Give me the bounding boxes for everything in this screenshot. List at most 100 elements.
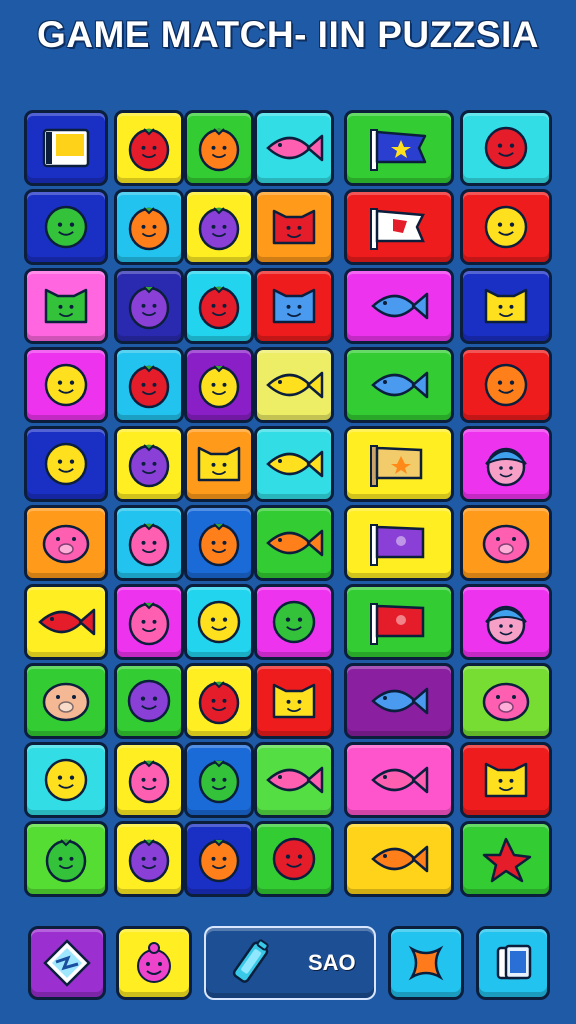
game-tile[interactable] — [114, 742, 184, 818]
game-tile[interactable] — [184, 347, 254, 423]
game-tile[interactable] — [184, 505, 254, 581]
game-tile[interactable] — [24, 268, 108, 344]
yellow-blob-icon — [29, 434, 103, 494]
game-tile[interactable] — [460, 505, 552, 581]
game-tile[interactable] — [184, 742, 254, 818]
game-tile[interactable] — [114, 584, 184, 660]
pink-pig-icon — [29, 513, 103, 573]
green-fruit-icon — [29, 829, 103, 889]
game-tile[interactable] — [344, 663, 454, 739]
game-tile[interactable] — [254, 268, 334, 344]
pink-fruit-icon — [119, 592, 179, 652]
board-row — [24, 663, 554, 739]
game-tile[interactable] — [460, 426, 552, 502]
game-tile[interactable] — [344, 347, 454, 423]
game-tile[interactable] — [344, 584, 454, 660]
yellow-fish-icon — [259, 355, 329, 415]
game-tile[interactable] — [460, 584, 552, 660]
game-tile[interactable] — [254, 663, 334, 739]
red-berry-icon — [119, 118, 179, 178]
game-tile[interactable] — [24, 584, 108, 660]
game-tile[interactable] — [24, 663, 108, 739]
pink-fish-icon — [259, 118, 329, 178]
game-tile[interactable] — [344, 189, 454, 265]
game-tile[interactable] — [344, 821, 454, 897]
game-tile[interactable] — [114, 426, 184, 502]
game-tile[interactable] — [184, 110, 254, 186]
game-tile[interactable] — [24, 505, 108, 581]
game-tile[interactable] — [254, 584, 334, 660]
game-tile[interactable] — [24, 742, 108, 818]
game-tile[interactable] — [254, 821, 334, 897]
game-tile[interactable] — [460, 110, 552, 186]
purple-fruit-icon — [189, 197, 249, 257]
game-tile[interactable] — [460, 742, 552, 818]
green-blob-icon — [259, 592, 329, 652]
game-tile[interactable] — [114, 505, 184, 581]
game-tile[interactable] — [24, 821, 108, 897]
game-tile[interactable] — [24, 426, 108, 502]
red-smiley-icon — [259, 829, 329, 889]
game-tile[interactable] — [254, 742, 334, 818]
pink-pig-icon — [137, 942, 171, 983]
game-tile[interactable] — [344, 505, 454, 581]
yellow-cat-icon — [466, 276, 546, 336]
diamond-powerup-button[interactable] — [28, 926, 106, 1000]
game-tile[interactable] — [184, 268, 254, 344]
game-tile[interactable] — [184, 821, 254, 897]
game-tile[interactable] — [460, 821, 552, 897]
board-row — [24, 505, 554, 581]
green-cat-icon — [29, 276, 103, 336]
game-tile[interactable] — [460, 663, 552, 739]
game-tile[interactable] — [114, 663, 184, 739]
game-tile[interactable] — [344, 110, 454, 186]
orange-fruit-icon — [189, 118, 249, 178]
save-label: SAO — [308, 950, 356, 975]
flag-card-icon — [29, 118, 103, 178]
yellow-smiley-icon — [29, 355, 103, 415]
game-tile[interactable] — [254, 347, 334, 423]
game-tile[interactable] — [184, 663, 254, 739]
yellow-smiley-icon — [189, 592, 249, 652]
pig-powerup-button[interactable] — [116, 926, 192, 1000]
green-fruit-icon — [189, 750, 249, 810]
red-star-icon — [466, 829, 546, 889]
game-tile[interactable] — [254, 189, 334, 265]
game-tile[interactable] — [184, 189, 254, 265]
game-tile[interactable] — [184, 426, 254, 502]
game-tile[interactable] — [24, 189, 108, 265]
game-tile[interactable] — [24, 110, 108, 186]
game-tile[interactable] — [460, 347, 552, 423]
cards-button[interactable] — [476, 926, 550, 1000]
yellow-smiley-icon — [466, 197, 546, 257]
board-row — [24, 110, 554, 186]
board-row — [24, 426, 554, 502]
blue-fish-icon — [359, 276, 439, 336]
yellow-cat-icon — [466, 750, 546, 810]
game-tile[interactable] — [460, 189, 552, 265]
blue-hair-face-icon — [466, 434, 546, 494]
game-tile[interactable] — [24, 347, 108, 423]
pink-pig-icon — [466, 671, 546, 731]
game-tile[interactable] — [114, 347, 184, 423]
game-tile[interactable] — [254, 505, 334, 581]
cross-powerup-button[interactable] — [388, 926, 464, 1000]
game-tile[interactable] — [344, 742, 454, 818]
game-tile[interactable] — [254, 110, 334, 186]
save-button[interactable]: SAO — [204, 926, 376, 1000]
blue-fish-icon — [359, 355, 439, 415]
orange-fruit-icon — [189, 829, 249, 889]
peach-pig-icon — [29, 671, 103, 731]
game-tile[interactable] — [114, 189, 184, 265]
game-tile[interactable] — [460, 268, 552, 344]
game-tile[interactable] — [114, 821, 184, 897]
orange-fruit-icon — [189, 513, 249, 573]
game-tile[interactable] — [114, 268, 184, 344]
game-tile[interactable] — [114, 110, 184, 186]
game-tile[interactable] — [184, 584, 254, 660]
game-tile[interactable] — [254, 426, 334, 502]
purple-fruit-icon — [119, 829, 179, 889]
pink-fish-icon — [259, 750, 329, 810]
game-tile[interactable] — [344, 426, 454, 502]
game-tile[interactable] — [344, 268, 454, 344]
